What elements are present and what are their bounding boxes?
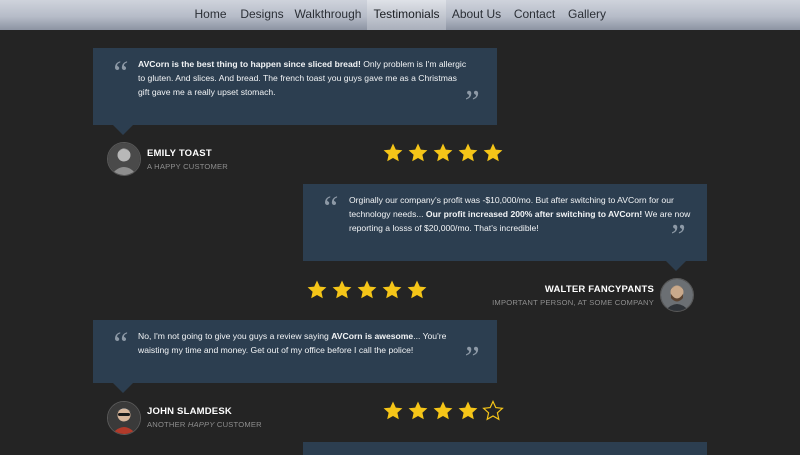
star-empty-icon [482, 400, 504, 421]
top-navigation-bar: Home Designs Walkthrough Testimonials Ab… [0, 0, 800, 30]
nav-about-us[interactable]: About Us [449, 0, 504, 30]
star-filled-icon [433, 143, 453, 162]
customer-role: A HAPPY CUSTOMER [147, 162, 228, 171]
bold-text: Our profit increased 200% after switchin… [425, 209, 643, 219]
customer-role: ANOTHER HAPPY CUSTOMER [147, 420, 262, 429]
testimonial-card: “ AVCorn is the best thing to happen sin… [93, 48, 497, 125]
star-rating [382, 400, 507, 422]
person-avatar-icon [108, 402, 140, 434]
star-filled-icon [407, 280, 427, 299]
customer-name: JOHN SLAMDESK [147, 406, 232, 417]
close-quote-icon: ” [461, 84, 480, 121]
star-filled-icon [383, 143, 403, 162]
nav-gallery[interactable]: Gallery [564, 0, 610, 30]
avatar [107, 401, 141, 435]
star-filled-icon [483, 143, 503, 162]
star-filled-icon [458, 143, 478, 162]
italic-text: HAPPY [187, 420, 215, 429]
star-filled-icon [307, 280, 327, 299]
card-pointer [113, 125, 133, 135]
star-filled-icon [382, 280, 402, 299]
nav-designs[interactable]: Designs [236, 0, 288, 30]
star-filled-icon [433, 401, 453, 420]
card-pointer [666, 261, 686, 271]
nav-walkthrough[interactable]: Walkthrough [292, 0, 364, 30]
nav-home[interactable]: Home [189, 0, 232, 30]
text-run: A HAPPY CUSTOMER [147, 162, 228, 171]
star-filled-icon [357, 280, 377, 299]
testimonial-card: “ Orginally our company's profit was -$1… [303, 184, 707, 261]
star-rating [306, 279, 431, 301]
testimonial-card: “ No, I'm not going to give you guys a r… [93, 320, 497, 383]
star-filled-icon [383, 401, 403, 420]
star-filled-icon [408, 401, 428, 420]
customer-name: EMILY TOAST [147, 148, 212, 159]
text-run: No, I'm not going to give you guys a rev… [138, 331, 332, 341]
nav-contact[interactable]: Contact [508, 0, 561, 30]
testimonial-card [303, 442, 707, 455]
person-avatar-icon [108, 143, 140, 175]
close-quote-icon: ” [667, 218, 686, 255]
avatar [107, 142, 141, 176]
text-run: IMPORTANT PERSON, AT SOME COMPANY [492, 298, 654, 307]
text-run: CUSTOMER [214, 420, 262, 429]
close-quote-icon: ” [461, 340, 480, 377]
nav-testimonials[interactable]: Testimonials [367, 0, 446, 30]
customer-role: IMPORTANT PERSON, AT SOME COMPANY [492, 298, 654, 307]
star-filled-icon [332, 280, 352, 299]
avatar [660, 278, 694, 312]
text-run: ANOTHER [147, 420, 188, 429]
open-quote-icon: “ [110, 55, 129, 92]
star-rating [382, 142, 507, 164]
open-quote-icon: “ [320, 190, 339, 227]
testimonial-text: No, I'm not going to give you guys a rev… [138, 329, 468, 357]
bold-text: AVCorn is awesome [331, 331, 414, 341]
star-filled-icon [408, 143, 428, 162]
bold-text: AVCorn is the best thing to happen since… [138, 59, 361, 69]
testimonial-text: AVCorn is the best thing to happen since… [138, 57, 468, 99]
customer-name: WALTER FANCYPANTS [544, 284, 654, 295]
nav-links: Home Designs Walkthrough Testimonials Ab… [0, 0, 800, 30]
testimonial-text: Orginally our company's profit was -$10,… [349, 193, 693, 235]
open-quote-icon: “ [110, 326, 129, 363]
card-pointer [113, 383, 133, 393]
star-filled-icon [458, 401, 478, 420]
person-avatar-icon [661, 279, 693, 311]
